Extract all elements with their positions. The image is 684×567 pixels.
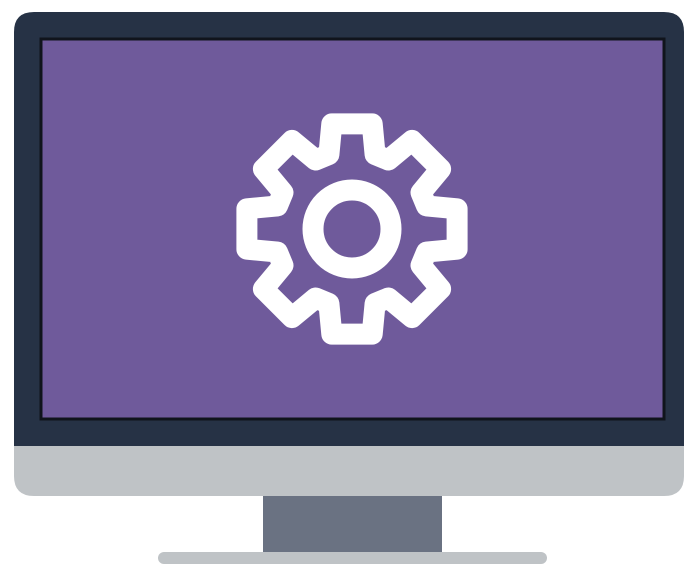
stand-neck [263, 496, 442, 553]
monitor-screen [39, 37, 666, 421]
stand-base [158, 552, 547, 564]
monitor-illustration [0, 0, 684, 567]
monitor-svg [14, 12, 684, 564]
monitor-chin [14, 446, 684, 496]
